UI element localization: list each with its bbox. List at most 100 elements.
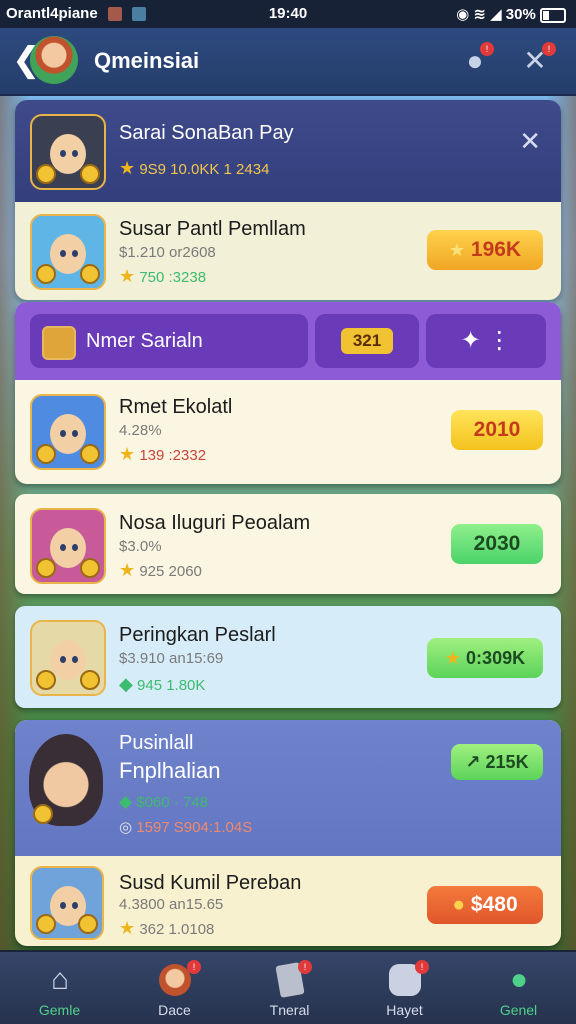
app-header: ❮ Qmeinsiai ● ! ✕ !	[0, 28, 576, 96]
value-button[interactable]: ↗ 215K	[451, 744, 543, 780]
list-item[interactable]: Susar Pantl Pemllam $1.210 or2608 ★ 750 …	[15, 202, 561, 300]
featured-stat-2: ◎ 1597 S904:1.04S	[119, 818, 252, 836]
eye	[60, 430, 66, 437]
featured-panel: Pusinlall Fnplhalian ◆ $060 · 748 ◎ 1597…	[15, 720, 561, 946]
coin-bag-icon: ●	[452, 893, 466, 916]
list-item[interactable]: Peringkan Peslarl $3.910 an15:69 ◆ 945 1…	[15, 606, 561, 708]
coin-icon	[78, 914, 98, 934]
coin-icon	[33, 804, 53, 824]
item-name: Nosa Iluguri Peoalam	[119, 512, 311, 534]
settings-icon: ✦	[460, 327, 481, 354]
coin-icon	[80, 670, 100, 690]
alarm-icon: ◉	[456, 6, 470, 23]
star-icon: ★	[119, 266, 136, 286]
notification-badge: !	[480, 42, 494, 56]
status-bar: Orantl4piane 19:40 ◉ ≋ ◢ 30%	[0, 0, 576, 28]
coin-icon	[80, 558, 100, 578]
eye	[72, 656, 78, 663]
value-button[interactable]: ● $480	[427, 886, 543, 924]
nav-item-dace[interactable]: ! Dace	[117, 952, 232, 1024]
filter-chip[interactable]: 321	[315, 314, 419, 368]
featured-stat-2-text: 1597 S904:1.04S	[136, 819, 253, 836]
star-icon: ★	[119, 158, 136, 178]
featured-name-1: Pusinlall	[119, 732, 194, 754]
item-name: Rmet Ekolatl	[119, 396, 233, 418]
home-icon: ⌂	[50, 963, 70, 996]
gem-icon: ◆	[119, 792, 133, 811]
value-button[interactable]: 2010	[451, 410, 543, 450]
top-card[interactable]: Sarai SonaBan Pay ★ 9S9 10.0KK 1 2434 ✕	[15, 100, 561, 202]
page-title: Qmeinsiai	[94, 48, 200, 73]
nav-item-hayet[interactable]: ! Hayet	[347, 952, 462, 1024]
value-text: 215K	[485, 752, 529, 772]
nav-label: Genel	[499, 1002, 538, 1018]
battery-percent: 30%	[505, 6, 536, 23]
filter-tab[interactable]: Nmer Sarialn	[30, 314, 308, 368]
nav-item-gemle[interactable]: ⌂ Gemle	[2, 952, 117, 1024]
item-sub: $3.910 an15:69	[119, 650, 224, 667]
star-icon: ★	[448, 240, 466, 260]
coin-icon	[36, 444, 56, 464]
coin-icon	[80, 444, 100, 464]
notification-badge: !	[542, 42, 556, 56]
notification-badge: !	[187, 960, 201, 974]
list-item[interactable]: Nosa Iluguri Peoalam $3.0% ★ 925 2060 20…	[15, 494, 561, 594]
more-options-button[interactable]: ✦ ⋮	[426, 314, 546, 368]
profile-button[interactable]: ● !	[458, 42, 494, 78]
nav-label: Tneral	[269, 1002, 310, 1018]
nav-item-tneral[interactable]: ! Tneral	[232, 952, 347, 1024]
top-card-title: Sarai SonaBan Pay	[119, 122, 294, 144]
close-button[interactable]: ✕ !	[518, 42, 556, 78]
coin-icon	[36, 670, 56, 690]
featured-card[interactable]: Pusinlall Fnplhalian ◆ $060 · 748 ◎ 1597…	[15, 720, 561, 856]
close-icon[interactable]: ✕	[519, 126, 541, 157]
avatar[interactable]	[30, 36, 78, 84]
list-item[interactable]: Susd Kumil Pereban 4.3800 an15.65 ★ 362 …	[15, 856, 561, 946]
star-icon: ★	[444, 648, 462, 668]
item-sub: $1.210 or2608	[119, 244, 216, 261]
featured-name-2: Fnplhalian	[119, 758, 221, 783]
eye	[60, 250, 66, 257]
nav-label: Gemle	[38, 1002, 81, 1018]
filter-icon	[42, 326, 76, 360]
featured-stat-1-text: $060 · 748	[136, 794, 208, 811]
nav-item-genel[interactable]: ● Genel	[461, 952, 576, 1024]
value-button[interactable]: 2030	[451, 524, 543, 564]
value-text: 196K	[470, 238, 522, 261]
item-name: Susar Pantl Pemllam	[119, 218, 306, 240]
battery-icon	[540, 7, 566, 23]
star-icon: ★	[119, 444, 136, 464]
featured-stat-1: ◆ $060 · 748	[119, 792, 208, 812]
coin-icon	[36, 164, 56, 184]
top-panel: Sarai SonaBan Pay ★ 9S9 10.0KK 1 2434 ✕ …	[15, 100, 561, 300]
notification-badge: !	[415, 960, 429, 974]
value-button[interactable]: ★ 196K	[427, 230, 543, 270]
item-name: Susd Kumil Pereban	[119, 872, 302, 894]
game-icon	[30, 620, 106, 696]
item-stat: ★ 750 :3238	[119, 266, 206, 287]
gem-icon: ◆	[119, 674, 133, 694]
bottom-nav: ⌂ Gemle ! Dace ! Tneral ! Hayet ● Genel	[0, 950, 576, 1024]
filter-panel: Nmer Sarialn 321 ✦ ⋮ Rmet Ekolatl 4.28% …	[15, 302, 561, 484]
signal-icon: ◢	[490, 6, 502, 23]
item-stat: ★ 925 2060	[119, 560, 202, 581]
star-icon: ★	[119, 560, 136, 580]
value-text: $480	[470, 893, 518, 916]
item-stat-text: 362 1.0108	[139, 921, 215, 938]
eye	[60, 544, 66, 551]
item-stat: ★ 139 :2332	[119, 444, 206, 465]
item-stat: ★ 362 1.0108	[119, 918, 214, 939]
item-sub: 4.28%	[119, 422, 162, 439]
value-button[interactable]: ★ 0:309K	[427, 638, 543, 678]
game-icon	[30, 866, 104, 940]
arrow-icon: ↗	[465, 752, 481, 772]
item-sub: $3.0%	[119, 538, 162, 555]
list-item[interactable]: Rmet Ekolatl 4.28% ★ 139 :2332 2010	[15, 380, 561, 484]
item-stat-text: 945 1.80K	[137, 677, 206, 694]
eye	[60, 150, 66, 157]
game-icon	[30, 114, 106, 190]
eye	[72, 902, 78, 909]
top-card-stats-text: 9S9 10.0KK 1 2434	[139, 161, 270, 178]
coin-icon	[36, 264, 56, 284]
nav-label: Dace	[158, 1002, 191, 1018]
